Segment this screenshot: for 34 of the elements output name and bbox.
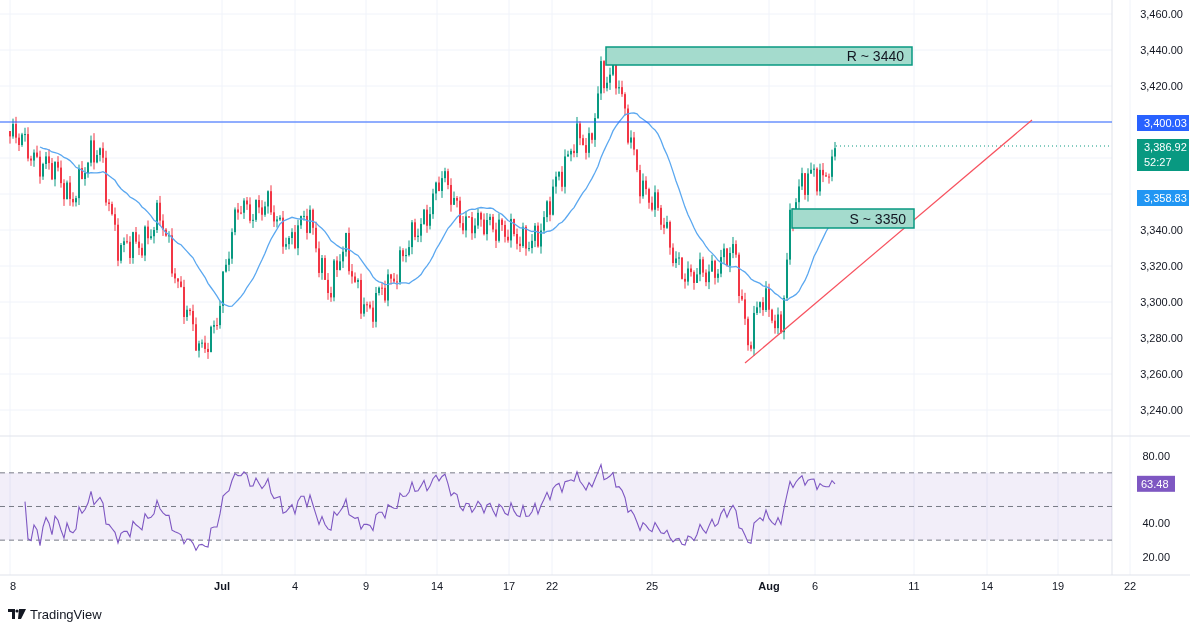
time-axis-label: 25	[645, 580, 659, 592]
time-axis-label: 17	[502, 580, 516, 592]
time-axis-label: 14	[980, 580, 994, 592]
rsi-axis-label: 20.00	[1142, 551, 1170, 563]
time-axis-label: 4	[291, 580, 299, 592]
time-axis-label: Aug	[758, 580, 780, 592]
time-axis-label: 6	[811, 580, 819, 592]
time-axis-label: Jul	[214, 580, 230, 592]
price-axis-label: 3,280.00	[1140, 332, 1183, 344]
price-axis-label: 3,320.00	[1140, 260, 1183, 272]
price-axis-label: 3,440.00	[1140, 44, 1183, 56]
time-axis-label: 9	[362, 580, 370, 592]
price-axis-label: 3,340.00	[1140, 224, 1183, 236]
time-axis-label: 22	[545, 580, 559, 592]
time-axis-label: 8	[10, 580, 17, 592]
price-axis-label: 3,260.00	[1140, 368, 1183, 380]
tradingview-logo-icon	[8, 609, 26, 619]
price-axis-label: 3,460.00	[1140, 8, 1183, 20]
zone-box[interactable]: S ~ 3350	[791, 208, 915, 229]
price-axis-label: 3,420.00	[1140, 80, 1183, 92]
rsi-axis-label: 40.00	[1142, 517, 1170, 530]
zone-box[interactable]: R ~ 3440	[605, 46, 913, 66]
time-axis-label: 11	[908, 580, 920, 592]
price-tag: 3,358.83	[1137, 190, 1189, 206]
time-axis-label: 14	[430, 580, 444, 592]
price-tag: 3,386.92 52:27	[1137, 139, 1189, 171]
time-axis-label: 19	[1051, 580, 1065, 592]
price-axis-label: 3,300.00	[1140, 296, 1183, 308]
price-tag: 3,400.03	[1137, 115, 1189, 131]
rsi-axis-label: 80.00	[1142, 450, 1170, 462]
brand-name: TradingView	[30, 606, 102, 622]
rsi-tag: 63.48	[1137, 475, 1175, 492]
time-axis-label: 22	[1123, 580, 1137, 592]
price-axis-label: 3,240.00	[1140, 404, 1183, 416]
